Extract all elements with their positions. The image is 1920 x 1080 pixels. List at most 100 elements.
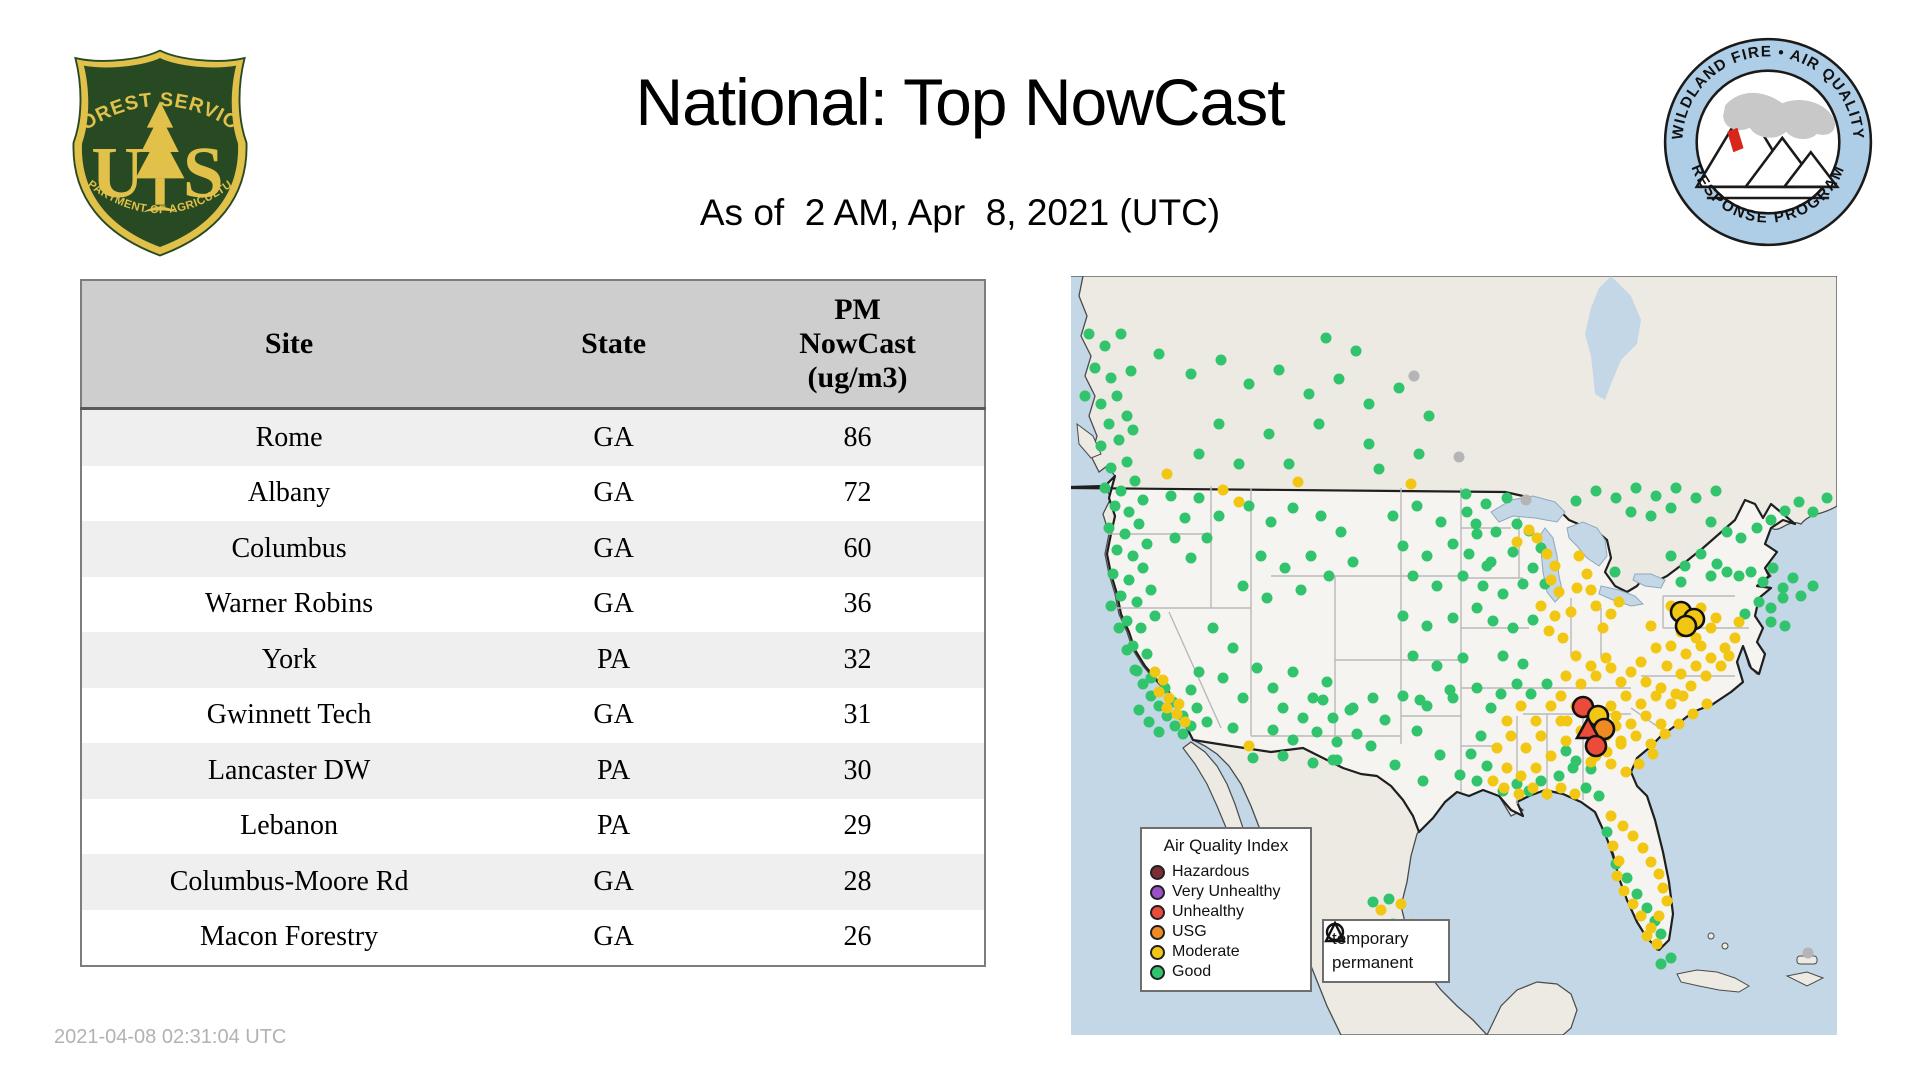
aqi-dot-moderate bbox=[1651, 691, 1662, 702]
aqi-dot-good bbox=[1671, 483, 1682, 494]
aqi-dot-good bbox=[1394, 383, 1405, 394]
aqi-dot-moderate bbox=[1532, 533, 1543, 544]
aqi-dot-moderate bbox=[1582, 569, 1593, 580]
aqi-dot-moderate bbox=[1566, 607, 1577, 618]
aqi-dot-good bbox=[1194, 667, 1205, 678]
aqi-dot-good bbox=[1112, 391, 1123, 402]
aqi-dot-moderate bbox=[1631, 731, 1642, 742]
aqi-dot-moderate bbox=[1616, 736, 1627, 747]
aqi-dot-moderate bbox=[1574, 551, 1585, 562]
aqi-dot-good bbox=[1114, 623, 1125, 634]
aqi-dot-moderate bbox=[1406, 479, 1417, 490]
aqi-dot-good bbox=[1508, 547, 1519, 558]
aqi-dot-good bbox=[1666, 551, 1677, 562]
aqi-dot-moderate bbox=[1571, 651, 1582, 662]
aqi-dot-moderate bbox=[1612, 871, 1623, 882]
aqi-legend-item-usg: USG bbox=[1150, 922, 1302, 942]
aqi-dot-good bbox=[1526, 689, 1537, 700]
aqi-dot-moderate bbox=[1638, 843, 1649, 854]
aqi-dot-good bbox=[1778, 593, 1789, 604]
aqi-dot-good bbox=[1498, 589, 1509, 600]
aqi-dot-good bbox=[1216, 355, 1227, 366]
aqi-legend-label: USG bbox=[1172, 923, 1207, 941]
aqi-dot-good bbox=[1298, 713, 1309, 724]
aqi-dot-moderate bbox=[1642, 931, 1653, 942]
aqi-dot-moderate bbox=[1691, 661, 1702, 672]
nowcast-table: Site State PM NowCast (ug/m3) RomeGA86Al… bbox=[80, 279, 986, 967]
aqi-dot-good bbox=[1734, 571, 1745, 582]
aqi-dot-moderate bbox=[1180, 717, 1191, 728]
aqi-dot-moderate bbox=[1651, 643, 1662, 654]
marker-type-legend: temporarypermanent bbox=[1322, 919, 1450, 983]
aqi-dot-good bbox=[1422, 551, 1433, 562]
aqi-dot-good bbox=[1100, 483, 1111, 494]
aqi-dot-good bbox=[1491, 527, 1502, 538]
permanent-triangle-icon bbox=[1324, 921, 1346, 943]
aqi-dot-good bbox=[1136, 623, 1147, 634]
aqi-dot-moderate bbox=[1516, 771, 1527, 782]
aqi-dot-good bbox=[1228, 723, 1239, 734]
aqi-dot-good bbox=[1752, 523, 1763, 534]
aqi-dot-good bbox=[1100, 341, 1111, 352]
aqi-dot-good bbox=[1796, 591, 1807, 602]
aqi-dot-moderate bbox=[1660, 729, 1671, 740]
aqi-dot-moderate bbox=[1621, 767, 1632, 778]
aqi-dot-good bbox=[1486, 703, 1497, 714]
aqi-dot-good bbox=[1106, 373, 1117, 384]
aqi-dot-moderate bbox=[1172, 709, 1183, 720]
aqi-dot-moderate bbox=[1611, 711, 1622, 722]
aqi-dot-good bbox=[1116, 329, 1127, 340]
aqi-dot-good bbox=[1486, 557, 1497, 568]
aqi-dot-moderate bbox=[1150, 667, 1161, 678]
pm-nowcast-cell: 72 bbox=[731, 466, 985, 522]
aqi-dot-good bbox=[1114, 435, 1125, 446]
aqi-dot-good bbox=[1666, 503, 1677, 514]
aqi-dot-moderate bbox=[1618, 821, 1629, 832]
aqi-dot-good bbox=[1334, 374, 1345, 385]
aqi-dot-moderate bbox=[1528, 783, 1539, 794]
pm-nowcast-cell: 31 bbox=[731, 688, 985, 744]
aqi-dot-good bbox=[1124, 575, 1135, 586]
aqi-dot-good bbox=[1256, 551, 1267, 562]
aqi-dot-good bbox=[1134, 705, 1145, 716]
aqi-dot-good bbox=[1280, 563, 1291, 574]
aqi-dot-good bbox=[1766, 603, 1777, 614]
aqi-dot-moderate bbox=[1502, 763, 1513, 774]
aqi-dot-good bbox=[1436, 517, 1447, 528]
aqi-dot-moderate bbox=[1636, 699, 1647, 710]
aqi-dot-good bbox=[1374, 464, 1385, 475]
table-row: ColumbusGA60 bbox=[81, 521, 985, 577]
aqi-dot-good bbox=[1561, 746, 1572, 757]
unhealthy-swatch-icon bbox=[1150, 905, 1165, 920]
aqi-dot-moderate bbox=[1546, 701, 1557, 712]
aqi-dot-moderate bbox=[1701, 671, 1712, 682]
aqi-dot-good bbox=[1142, 649, 1153, 660]
aqi-dot-good bbox=[1631, 483, 1642, 494]
aqi-dot-good bbox=[1611, 493, 1622, 504]
site-cell: Albany bbox=[81, 466, 496, 522]
aqi-dot-moderate bbox=[1556, 691, 1567, 702]
aqi-dot-moderate bbox=[1506, 731, 1517, 742]
aqi-dot-moderate bbox=[1586, 757, 1597, 768]
state-cell: GA bbox=[496, 854, 731, 910]
top-site-marker-circle-unhealthy bbox=[1586, 736, 1606, 756]
aqi-dot-good bbox=[1398, 541, 1409, 552]
aqi-dot-good bbox=[1304, 389, 1315, 400]
aqi-dot-moderate bbox=[1158, 675, 1169, 686]
aqi-dot-moderate bbox=[1681, 649, 1692, 660]
aqi-dot-moderate bbox=[1674, 719, 1685, 730]
aqi-dot-good bbox=[1542, 679, 1553, 690]
aqi-dot-good bbox=[1324, 571, 1335, 582]
aqi-dot-good bbox=[1138, 495, 1149, 506]
aqi-dot-good bbox=[1186, 685, 1197, 696]
aqi-dot-good bbox=[1116, 591, 1127, 602]
aqi-dot-good bbox=[1518, 579, 1529, 590]
aqi-dot-good bbox=[1398, 611, 1409, 622]
aqi-dot-good bbox=[1822, 493, 1833, 504]
aqi-dot-moderate bbox=[1376, 905, 1387, 916]
aqi-dot-good bbox=[1296, 585, 1307, 596]
site-cell: York bbox=[81, 632, 496, 688]
aqi-dot-good bbox=[1706, 517, 1717, 528]
aqi-dot-moderate bbox=[1641, 677, 1652, 688]
aqi-dot-good bbox=[1571, 496, 1582, 507]
